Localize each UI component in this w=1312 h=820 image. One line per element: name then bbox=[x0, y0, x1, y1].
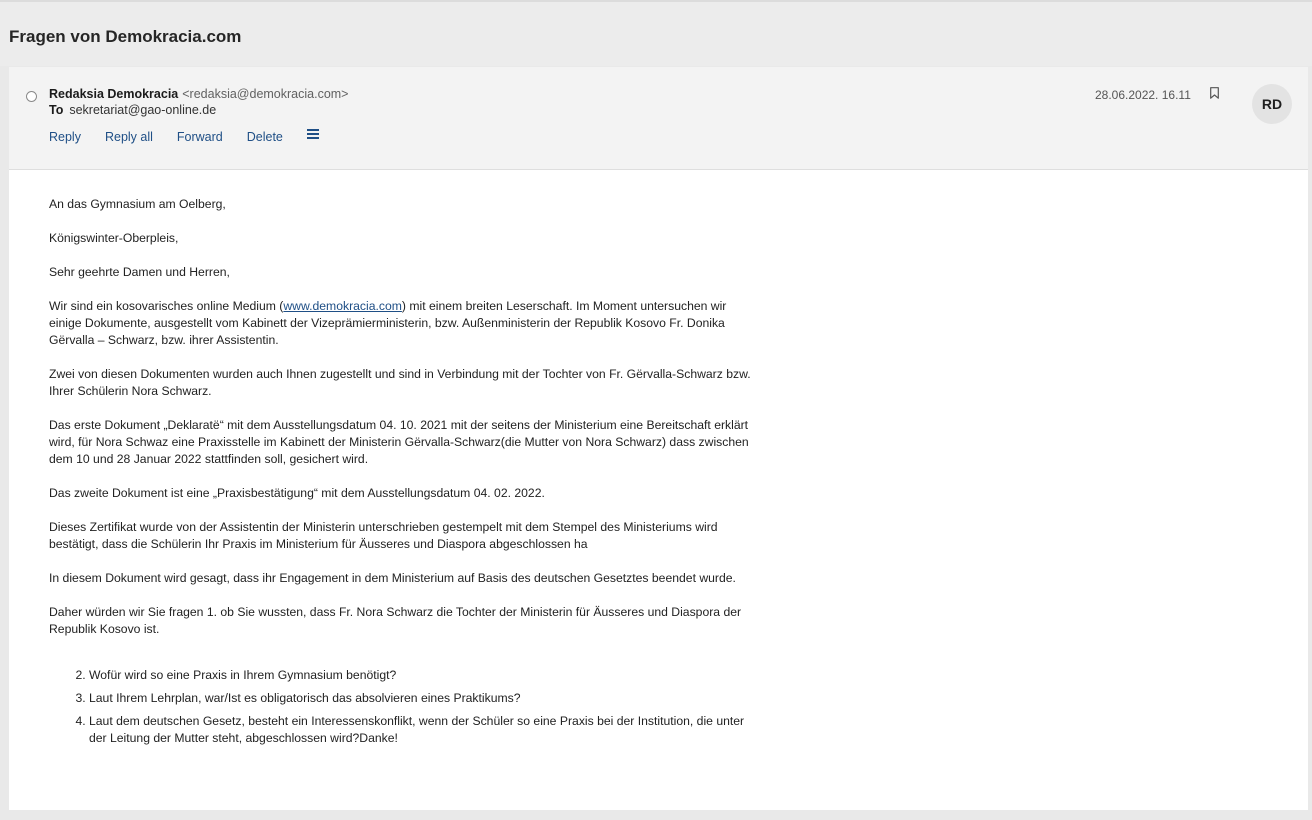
delete-button[interactable]: Delete bbox=[247, 130, 283, 144]
body-paragraph: Wir sind ein kosovarisches online Medium… bbox=[49, 298, 754, 349]
list-item: Laut Ihrem Lehrplan, war/Ist es obligato… bbox=[89, 690, 754, 707]
message-actions: Reply Reply all Forward Delete bbox=[49, 129, 319, 144]
body-paragraph: Das zweite Dokument ist eine „Praxisbest… bbox=[49, 486, 545, 500]
to-label: To bbox=[49, 103, 64, 117]
body-paragraph: Zwei von diesen Dokumenten wurden auch I… bbox=[49, 367, 751, 398]
body-paragraph: Das erste Dokument „Deklaratë“ mit dem A… bbox=[49, 418, 749, 466]
subject-bar: Fragen von Demokracia.com bbox=[0, 0, 1312, 66]
body-paragraph: Königswinter-Oberpleis, bbox=[49, 231, 179, 245]
body-paragraph: Sehr geehrte Damen und Herren, bbox=[49, 265, 230, 279]
message-body: An das Gymnasium am Oelberg, Königswinte… bbox=[49, 196, 754, 753]
email-subject: Fragen von Demokracia.com bbox=[9, 27, 242, 46]
question-list: Wofür wird so eine Praxis in Ihrem Gymna… bbox=[49, 667, 754, 747]
message-body-panel: An das Gymnasium am Oelberg, Königswinte… bbox=[9, 170, 1308, 810]
body-paragraph: Dieses Zertifikat wurde von der Assisten… bbox=[49, 520, 718, 551]
sender-name[interactable]: Redaksia Demokracia bbox=[49, 87, 178, 101]
message-header: Redaksia Demokracia <redaksia@demokracia.… bbox=[9, 67, 1308, 170]
list-item: Laut dem deutschen Gesetz, besteht ein I… bbox=[89, 713, 754, 747]
sender-email: <redaksia@demokracia.com> bbox=[182, 87, 349, 101]
body-paragraph: An das Gymnasium am Oelberg, bbox=[49, 197, 226, 211]
radio-select-icon[interactable] bbox=[26, 91, 37, 102]
body-paragraph: In diesem Dokument wird gesagt, dass ihr… bbox=[49, 571, 736, 585]
recipient-line: To sekretariat@gao-online.de bbox=[49, 103, 216, 117]
reply-all-button[interactable]: Reply all bbox=[105, 130, 153, 144]
website-link[interactable]: www.demokracia.com bbox=[283, 299, 402, 313]
reply-button[interactable]: Reply bbox=[49, 130, 81, 144]
list-item: Wofür wird so eine Praxis in Ihrem Gymna… bbox=[89, 667, 754, 684]
sender-line: Redaksia Demokracia <redaksia@demokracia.… bbox=[49, 87, 349, 101]
flag-bookmark-icon[interactable] bbox=[1210, 87, 1219, 99]
body-text: Wir sind ein kosovarisches online Medium… bbox=[49, 299, 284, 313]
recipient-address[interactable]: sekretariat@gao-online.de bbox=[69, 103, 216, 117]
more-menu-icon[interactable] bbox=[306, 129, 319, 139]
message-date: 28.06.2022. 16.11 bbox=[1095, 88, 1191, 102]
avatar: RD bbox=[1252, 84, 1292, 124]
forward-button[interactable]: Forward bbox=[177, 130, 223, 144]
body-paragraph: Daher würden wir Sie fragen 1. ob Sie wu… bbox=[49, 605, 742, 636]
